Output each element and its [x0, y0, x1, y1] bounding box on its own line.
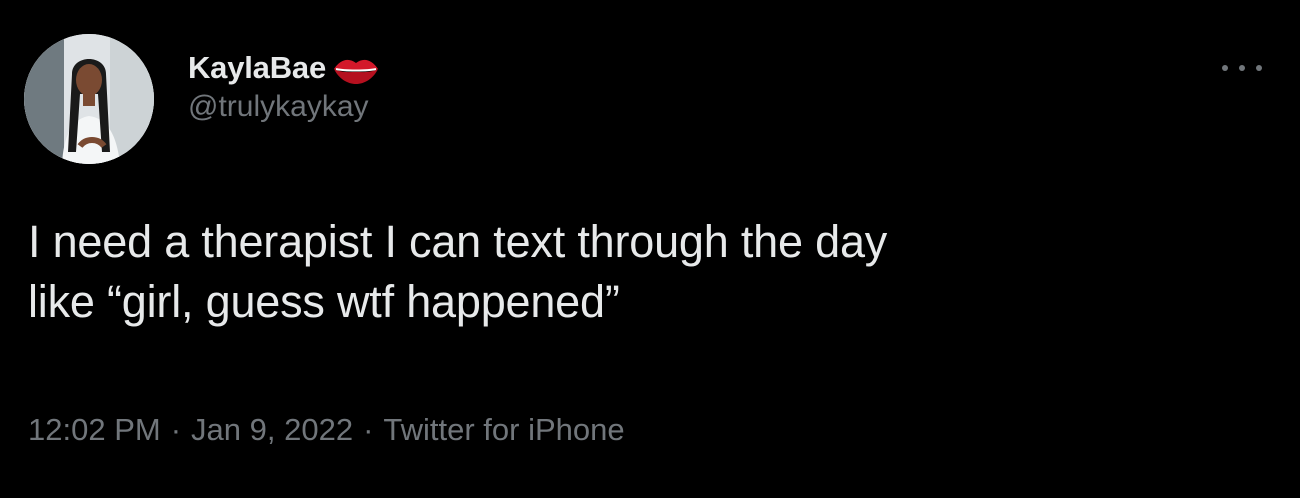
avatar[interactable] — [24, 34, 154, 164]
tweet-time[interactable]: 12:02 PM — [28, 412, 161, 448]
avatar-photo — [24, 34, 154, 164]
more-options-button[interactable] — [1222, 56, 1262, 80]
ellipsis-icon — [1256, 65, 1262, 71]
tweet-source[interactable]: Twitter for iPhone — [383, 412, 624, 448]
tweet-date[interactable]: Jan 9, 2022 — [191, 412, 353, 448]
name-row: KaylaBae — [188, 48, 380, 88]
separator: · — [363, 412, 374, 447]
tweet-card: KaylaBae @trulykaykay I need a therapist… — [0, 0, 1300, 498]
ellipsis-icon — [1222, 65, 1228, 71]
user-handle[interactable]: @trulykaykay — [188, 90, 380, 124]
author-block: KaylaBae @trulykaykay — [188, 48, 380, 124]
lips-icon — [334, 59, 378, 84]
separator: · — [170, 412, 182, 447]
tweet-text: I need a therapist I can text through th… — [28, 216, 888, 327]
ellipsis-icon — [1239, 65, 1245, 71]
tweet-metadata: 12:02 PM · Jan 9, 2022 · Twitter for iPh… — [28, 412, 625, 448]
display-name[interactable]: KaylaBae — [188, 50, 326, 86]
